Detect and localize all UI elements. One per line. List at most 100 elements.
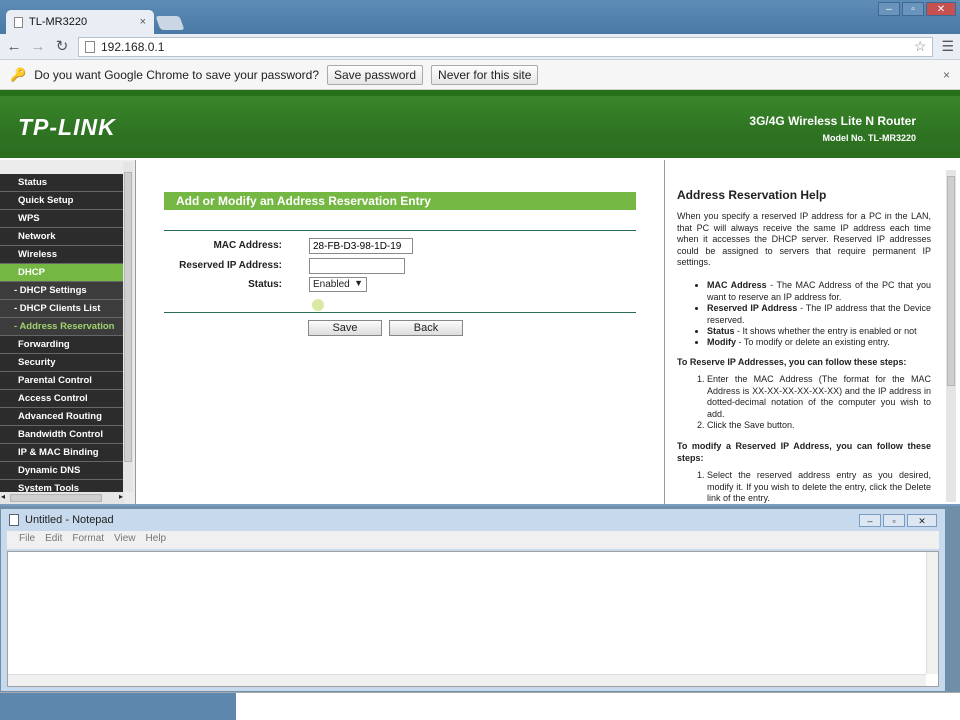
back-arrow-icon[interactable]: ← (6, 38, 22, 55)
minimize-button[interactable]: – (878, 2, 900, 16)
notepad-menu-format[interactable]: Format (72, 533, 104, 547)
sidebar-item-forwarding[interactable]: Forwarding (0, 336, 123, 354)
infobar-message: Do you want Google Chrome to save your p… (34, 67, 319, 82)
forward-arrow-icon[interactable]: → (30, 38, 46, 55)
reserved-ip-label: Reserved IP Address: (179, 260, 282, 271)
help-panel: Address Reservation Help When you specif… (664, 160, 960, 504)
sidebar-item-dhcp[interactable]: DHCP (0, 264, 123, 282)
notepad-menu-help[interactable]: Help (146, 533, 167, 547)
desktop-strip (0, 692, 960, 720)
help-scrollbar[interactable] (946, 170, 956, 502)
notepad-menu-view[interactable]: View (114, 533, 136, 547)
help-field-term: Modify (707, 337, 736, 348)
browser-tab[interactable]: TL-MR3220 × (6, 10, 154, 34)
reserved-ip-row: Reserved IP Address: (164, 258, 636, 274)
scroll-left-icon[interactable]: ◂ (1, 492, 5, 501)
save-password-button[interactable]: Save password (327, 64, 424, 85)
help-title: Address Reservation Help (677, 188, 827, 202)
mac-address-row: MAC Address: (164, 238, 636, 254)
help-field-term: Reserved IP Address (707, 303, 798, 314)
help-step: Enter the MAC Address (The format for th… (707, 374, 931, 420)
sidebar-vertical-scrollbar[interactable] (123, 162, 133, 492)
notepad-vertical-scrollbar[interactable] (926, 552, 938, 674)
back-button[interactable]: Back (389, 320, 463, 336)
maximize-button[interactable]: ▫ (902, 2, 924, 16)
tab-title: TL-MR3220 (29, 16, 88, 28)
sidebar-item-access-control[interactable]: Access Control (0, 390, 123, 408)
help-modify-title: To modify a Reserved IP Address, you can… (677, 441, 931, 463)
notepad-menu-file[interactable]: File (19, 533, 35, 547)
page-icon (85, 40, 95, 53)
help-intro: When you specify a reserved IP address f… (677, 211, 931, 268)
close-window-button[interactable]: ✕ (926, 2, 956, 16)
url-text: 192.168.0.1 (101, 39, 165, 54)
toolbar: ← → ↻ 192.168.0.1 ☆ ☰ (0, 34, 960, 60)
help-field-desc: - It shows whether the entry is enabled … (734, 326, 917, 337)
sidebar-item-dynamic-dns[interactable]: Dynamic DNS (0, 462, 123, 480)
sidebar-item-dhcp-clients-list[interactable]: - DHCP Clients List (0, 300, 123, 318)
sidebar-item-advanced-routing[interactable]: Advanced Routing (0, 408, 123, 426)
sidebar-item-wps[interactable]: WPS (0, 210, 123, 228)
status-label: Status: (248, 279, 282, 290)
reload-icon[interactable]: ↻ (54, 38, 70, 55)
status-selected-value: Enabled (313, 279, 350, 290)
tab-close-icon[interactable]: × (140, 16, 146, 28)
reserved-ip-input[interactable] (309, 258, 405, 274)
notepad-minimize-button[interactable]: – (859, 513, 881, 527)
product-name: 3G/4G Wireless Lite N Router (749, 114, 916, 128)
notepad-horizontal-scrollbar[interactable] (8, 674, 926, 686)
notepad-title: Untitled - Notepad (25, 514, 114, 526)
sidebar-item-ip-mac-binding[interactable]: IP & MAC Binding (0, 444, 123, 462)
mac-address-input[interactable] (309, 238, 413, 254)
sidebar-item-wireless[interactable]: Wireless (0, 246, 123, 264)
address-bar[interactable]: 192.168.0.1 ☆ (78, 36, 934, 57)
status-row: Status: Enabled ▼ (164, 277, 636, 293)
notepad-icon (9, 514, 19, 526)
mac-address-label: MAC Address: (213, 240, 282, 251)
sidebar-horizontal-scrollbar[interactable]: ◂ ▸ (0, 492, 124, 504)
infobar-close-icon[interactable]: × (943, 68, 950, 82)
notepad-text-area[interactable] (7, 551, 939, 687)
window-controls: – ▫ ✕ (878, 2, 956, 16)
help-field-desc: - To modify or delete an existing entry. (736, 337, 890, 348)
sidebar-item-parental-control[interactable]: Parental Control (0, 372, 123, 390)
sidebar: Status Quick Setup WPS Network Wireless DHCP -… (0, 160, 136, 504)
sidebar-item-dhcp-settings[interactable]: - DHCP Settings (0, 282, 123, 300)
help-field-item: Status - It shows whether the entry is e… (707, 326, 931, 337)
notepad-window: Untitled - Notepad – ▫ ✕ File Edit Format V… (0, 508, 946, 692)
help-field-item: Reserved IP Address - The IP address tha… (707, 303, 931, 326)
router-page: TP-LINK 3G/4G Wireless Lite N Router Mod… (0, 90, 960, 504)
notepad-close-button[interactable]: ✕ (907, 513, 937, 527)
sidebar-item-bandwidth-control[interactable]: Bandwidth Control (0, 426, 123, 444)
sidebar-nav: Status Quick Setup WPS Network Wireless DHCP -… (0, 174, 123, 498)
sidebar-item-network[interactable]: Network (0, 228, 123, 246)
never-for-this-site-button[interactable]: Never for this site (431, 64, 539, 85)
sidebar-item-quick-setup[interactable]: Quick Setup (0, 192, 123, 210)
status-select[interactable]: Enabled ▼ (309, 277, 367, 292)
help-step: Select the reserved address entry as you… (707, 470, 931, 504)
help-steps-title: To Reserve IP Addresses, you can follow … (677, 356, 907, 367)
save-button[interactable]: Save (308, 320, 382, 336)
help-modify-list: Select the reserved address entry as you… (707, 470, 931, 504)
new-tab-button[interactable] (155, 16, 185, 30)
save-password-infobar: 🔑 Do you want Google Chrome to save your… (0, 60, 960, 90)
divider (164, 312, 636, 313)
notepad-maximize-button[interactable]: ▫ (883, 513, 905, 527)
model-number: Model No. TL-MR3220 (822, 133, 916, 143)
tp-link-logo: TP-LINK (18, 114, 116, 140)
sidebar-item-address-reservation[interactable]: - Address Reservation (0, 318, 123, 336)
help-field-item: MAC Address - The MAC Address of the PC … (707, 280, 931, 303)
scroll-right-icon[interactable]: ▸ (119, 492, 123, 501)
key-icon: 🔑 (10, 66, 27, 82)
help-field-term: Status (707, 326, 735, 337)
page-icon (14, 16, 23, 28)
help-field-list: MAC Address - The MAC Address of the PC … (707, 280, 931, 348)
router-content: Status Quick Setup WPS Network Wireless DHCP -… (0, 160, 960, 504)
sidebar-item-status[interactable]: Status (0, 174, 123, 192)
menu-icon[interactable]: ☰ (941, 38, 954, 55)
help-field-term: MAC Address (707, 280, 767, 291)
notepad-menu-edit[interactable]: Edit (45, 533, 62, 547)
sidebar-item-security[interactable]: Security (0, 354, 123, 372)
bookmark-star-icon[interactable]: ☆ (914, 38, 927, 55)
tab-strip: TL-MR3220 × – ▫ ✕ (0, 0, 960, 34)
